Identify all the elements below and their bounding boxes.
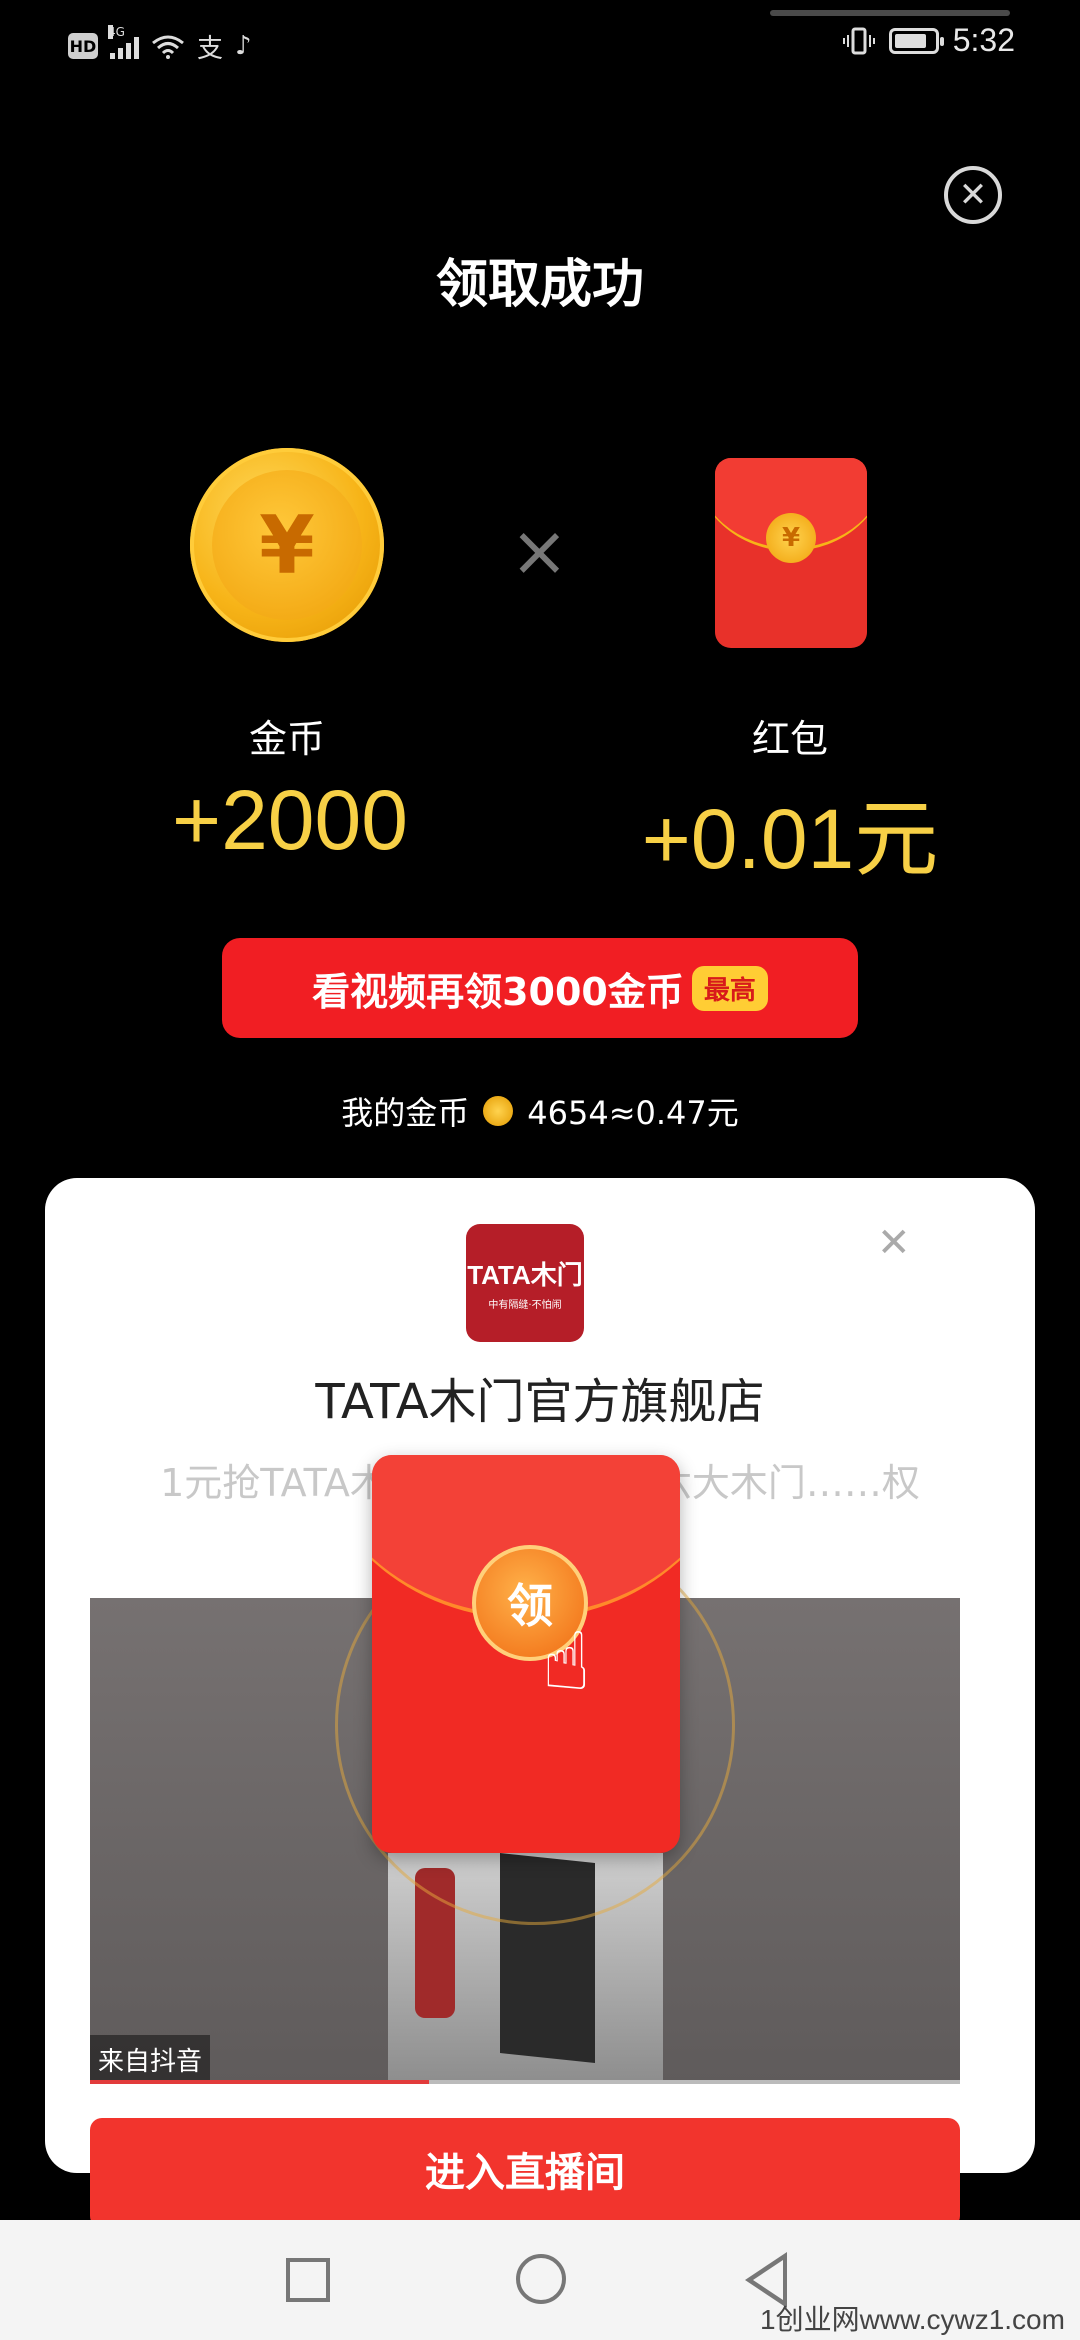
tiktok-icon: ♪ (235, 31, 252, 61)
watermark: 1创业网www.cywz1.com (760, 2304, 1065, 2335)
yuan-symbol: ¥ (212, 470, 362, 620)
coin-amount: +2000 (172, 773, 408, 867)
close-button[interactable]: ✕ (944, 166, 1002, 224)
hand-pointer-icon: ☝ (542, 1615, 591, 1708)
alipay-icon: 支 (197, 33, 224, 64)
close-icon: ✕ (958, 175, 988, 215)
enter-live-button[interactable]: 进入直播间 (90, 2118, 960, 2228)
watch-video-label: 看视频再领3000金币 (312, 969, 684, 1014)
my-coins-row: 我的金币 4654≈0.47元 (0, 1088, 1080, 1134)
wifi-icon (152, 35, 184, 59)
brand-logo-tagline: 中有隔缝·不怕闹 (488, 1300, 562, 1311)
network-type-label: 4G (108, 25, 125, 39)
red-packet-icon: ¥ (715, 458, 867, 648)
coin-icon (483, 1096, 514, 1126)
coin-label: 金币 (248, 717, 325, 761)
clock: 5:32 (952, 22, 1015, 58)
red-packet-label: 红包 (751, 717, 828, 761)
red-packet-amount: +0.01元 (641, 792, 939, 886)
hd-icon: HD (68, 33, 98, 59)
video-progress-bar (90, 2080, 960, 2084)
brand-logo-text: TATA木门 (467, 1260, 583, 1290)
back-icon-inner (753, 2260, 783, 2300)
top-handle (770, 10, 1010, 16)
my-coins-value: 4654≈0.47元 (527, 1094, 739, 1132)
battery-icon (888, 27, 944, 54)
signal-icon: 4G (108, 25, 139, 59)
vibrate-icon (842, 27, 875, 54)
video-source-tag: 来自抖音 (90, 2035, 211, 2084)
page-title: 领取成功 (435, 255, 644, 315)
gold-coin-icon: ¥ (190, 448, 384, 642)
brand-logo: TATA木门 中有隔缝·不怕闹 (466, 1224, 584, 1342)
red-packet-seal: ¥ (766, 513, 816, 563)
recents-icon[interactable] (286, 2258, 330, 2302)
watch-video-button[interactable]: 看视频再领3000金币 最高 (222, 938, 858, 1038)
my-coins-label: 我的金币 (341, 1094, 470, 1132)
ad-close-icon[interactable]: ✕ (877, 1220, 911, 1266)
multiply-icon: × (510, 510, 569, 592)
home-icon[interactable] (516, 2254, 566, 2304)
store-name: TATA木门官方旗舰店 (315, 1374, 765, 1430)
claim-red-packet[interactable]: 领 ☝ (372, 1455, 680, 1853)
status-icons-right: 5:32 (842, 22, 1015, 59)
max-badge: 最高 (691, 965, 768, 1011)
status-icons-left: HD 4G 支 ♪ (68, 25, 252, 66)
